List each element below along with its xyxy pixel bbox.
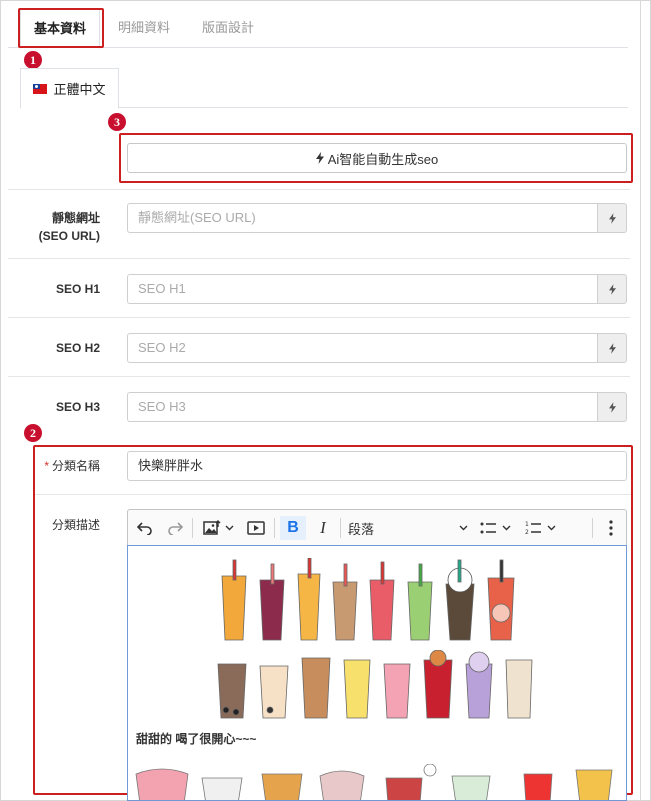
taiwan-flag-icon [33,83,48,94]
tab-detail-info[interactable]: 明細資料 [104,8,184,48]
static-url-label: 靜態網址 (SEO URL) [38,211,100,243]
row-divider [8,376,630,377]
numbered-list-icon[interactable]: 12 [520,510,560,546]
tab-traditional-chinese[interactable]: 正體中文 [20,68,119,109]
chevron-down-icon [502,525,510,531]
media-embed-icon[interactable] [244,510,268,546]
lightning-icon [608,283,616,295]
redo-icon[interactable] [164,510,186,546]
lightning-icon [608,342,616,354]
seo-h1-label: SEO H1 [55,282,100,296]
row-divider [35,494,631,495]
italic-button[interactable]: I [312,510,334,546]
seo-h2-label: SEO H2 [55,341,100,355]
seo-h3-ai-button[interactable] [597,392,627,422]
seo-h3-group: SEO H3 [127,392,627,422]
category-desc-label: 分類描述 [51,518,100,532]
chevron-down-icon [547,525,555,531]
scroll-gutter [640,0,641,801]
bulleted-list-icon[interactable] [476,510,514,546]
bubble-tea-image-row [218,558,538,644]
svg-text:1: 1 [525,521,529,528]
lightning-icon [608,212,616,224]
bold-button[interactable]: B [280,516,306,540]
bubble-tea-illustrations [221,558,515,641]
seo-h3-input[interactable]: SEO H3 [127,392,597,422]
toolbar-separator [274,518,275,538]
image-upload-icon[interactable] [198,510,238,546]
editor-content[interactable]: 甜甜的 喝了很開心~~~ [127,545,627,801]
category-name-label: * 分類名稱 [44,459,100,473]
row-divider [8,317,630,318]
ai-generate-seo-button[interactable]: Ai智能自動生成seo [127,143,627,173]
heading-dropdown-value: 段落 [348,521,375,537]
language-label: 正體中文 [53,82,106,97]
bubble-tea-image-row [214,650,544,720]
seo-h3-label: SEO H3 [55,400,100,414]
bubble-tea-illustrations [217,650,533,719]
seo-h1-input[interactable]: SEO H1 [127,274,597,304]
annotation-badge-1: 1 [24,51,42,69]
toolbar-separator [192,518,193,538]
heading-dropdown[interactable]: 段落 [348,510,468,546]
language-tabs: 正體中文 [20,68,628,109]
editor-caption: 甜甜的 喝了很開心~~~ [136,732,257,746]
seo-h2-ai-button[interactable] [597,333,627,363]
highlight-box-tab [18,8,104,48]
toolbar-separator [592,518,593,538]
svg-text:2: 2 [525,529,529,535]
chevron-down-icon [459,525,468,531]
lightning-icon [608,401,616,413]
seo-h2-group: SEO H2 [127,333,627,363]
seo-h1-ai-button[interactable] [597,274,627,304]
more-vertical-icon[interactable] [600,510,622,546]
tab-layout-design[interactable]: 版面設計 [188,8,268,48]
static-url-group: 靜態網址(SEO URL) [127,203,627,233]
annotation-badge-2: 2 [24,424,42,442]
annotation-badge-3: 3 [108,113,126,131]
row-divider [8,189,630,190]
row-divider [8,258,630,259]
seo-h2-input[interactable]: SEO H2 [127,333,597,363]
chevron-down-icon [225,525,233,531]
toolbar-separator [340,518,341,538]
seo-h1-group: SEO H1 [127,274,627,304]
static-url-ai-button[interactable] [597,203,627,233]
undo-icon[interactable] [134,510,156,546]
editor-toolbar: B I 段落 12 [127,509,627,545]
static-url-input[interactable]: 靜態網址(SEO URL) [127,203,597,233]
bubble-tea-illustrations [135,764,613,800]
lightning-icon [315,152,324,164]
bubble-tea-image-row [132,764,622,800]
category-name-input[interactable]: 快樂胖胖水 [127,451,627,481]
ai-button-label: Ai智能自動生成seo [327,151,439,167]
